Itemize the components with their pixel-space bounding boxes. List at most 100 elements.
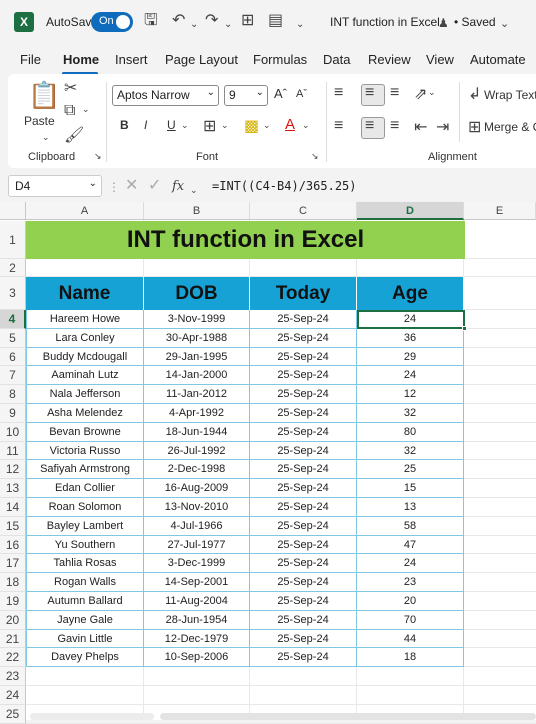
cell-today[interactable]: 25-Sep-24 xyxy=(250,347,357,367)
more-options-icon[interactable]: ⋮ xyxy=(108,178,120,196)
cell-dob[interactable]: 10-Sep-2006 xyxy=(144,648,250,668)
cell-dob[interactable]: 11-Aug-2004 xyxy=(144,592,250,611)
row-header-22[interactable]: 22 xyxy=(0,648,26,668)
row-header-23[interactable]: 23 xyxy=(0,667,26,686)
row-header-15[interactable]: 15 xyxy=(0,516,26,536)
redo-icon[interactable]: ↷ xyxy=(205,12,218,30)
cell-name[interactable]: Roan Solomon xyxy=(26,498,144,517)
cell-today[interactable]: 25-Sep-24 xyxy=(250,385,357,404)
tab-review[interactable]: Review xyxy=(368,52,411,67)
header-cell-today[interactable]: Today xyxy=(250,277,357,310)
orientation-icon[interactable]: ⇗ xyxy=(414,84,427,104)
cell-age[interactable]: 24 xyxy=(357,366,464,386)
row-header-14[interactable]: 14 xyxy=(0,498,26,517)
cell-age[interactable]: 32 xyxy=(357,404,464,423)
cell-name[interactable]: Aaminah Lutz xyxy=(26,366,144,386)
cell-today[interactable]: 25-Sep-24 xyxy=(250,592,357,611)
underline-button[interactable]: U xyxy=(167,118,176,132)
row-header-24[interactable]: 24 xyxy=(0,686,26,705)
cell-dob[interactable]: 12-Dec-1979 xyxy=(144,629,250,649)
cell-dob[interactable]: 11-Jan-2012 xyxy=(144,385,250,404)
row-header-17[interactable]: 17 xyxy=(0,554,26,574)
row-header-11[interactable]: 11 xyxy=(0,441,26,461)
formula-input[interactable]: =INT((C4-B4)/365.25) xyxy=(208,175,536,197)
redo-dropdown-icon[interactable]: ⌄ xyxy=(224,16,232,34)
cut-icon[interactable]: ✂ xyxy=(64,78,77,98)
merge-center-icon[interactable]: ⊞ xyxy=(468,117,481,137)
tab-view[interactable]: View xyxy=(426,52,454,67)
column-header-c[interactable]: C xyxy=(250,202,357,220)
cell-age[interactable]: 36 xyxy=(357,328,464,348)
cell-today[interactable]: 25-Sep-24 xyxy=(250,648,357,668)
cell-age[interactable]: 18 xyxy=(357,648,464,668)
column-header-a[interactable]: A xyxy=(26,202,144,220)
spreadsheet-grid[interactable]: A B C D E INT function in Excel Name DOB… xyxy=(0,202,536,724)
row-header-8[interactable]: 8 xyxy=(0,385,26,404)
paste-label[interactable]: Paste xyxy=(24,114,55,128)
cell-age[interactable]: 29 xyxy=(357,347,464,367)
cell-age[interactable]: 44 xyxy=(357,629,464,649)
row-header-13[interactable]: 13 xyxy=(0,479,26,498)
row-header-25[interactable]: 25 xyxy=(0,704,26,724)
cell-age[interactable]: 13 xyxy=(357,498,464,517)
cell-name[interactable]: Safiyah Armstrong xyxy=(26,460,144,480)
cell-name[interactable]: Edan Collier xyxy=(26,479,144,498)
cell-age[interactable]: 58 xyxy=(357,516,464,536)
row-header-18[interactable]: 18 xyxy=(0,573,26,592)
cell-today[interactable]: 25-Sep-24 xyxy=(250,554,357,574)
chevron-down-icon[interactable]: ⌄ xyxy=(82,104,90,115)
undo-icon[interactable]: ↶ xyxy=(172,12,185,30)
cell-name[interactable]: Autumn Ballard xyxy=(26,592,144,611)
tab-automate[interactable]: Automate xyxy=(470,52,526,67)
chevron-down-icon[interactable]: ⌄ xyxy=(302,120,310,131)
copy-icon[interactable]: ⧉ xyxy=(64,102,75,120)
cell-dob[interactable]: 28-Jun-1954 xyxy=(144,610,250,630)
cell-dob[interactable]: 3-Dec-1999 xyxy=(144,554,250,574)
header-cell-age[interactable]: Age xyxy=(357,277,464,310)
cell-dob[interactable]: 29-Jan-1995 xyxy=(144,347,250,367)
cell-name[interactable]: Davey Phelps xyxy=(26,648,144,668)
cell-age[interactable]: 70 xyxy=(357,610,464,630)
cell-name[interactable]: Victoria Russo xyxy=(26,441,144,461)
undo-dropdown-icon[interactable]: ⌄ xyxy=(190,16,198,34)
customize-toolbar-icon[interactable]: ⌄ xyxy=(296,16,304,34)
decrease-font-size-icon[interactable]: Aˇ xyxy=(296,88,307,100)
cell-age[interactable]: 15 xyxy=(357,479,464,498)
cancel-icon[interactable]: ✕ xyxy=(125,177,138,195)
cell-dob[interactable]: 27-Jul-1977 xyxy=(144,535,250,555)
align-right-icon[interactable]: ≡ xyxy=(390,117,399,135)
cell-age[interactable]: 80 xyxy=(357,422,464,442)
row-header-4[interactable]: 4 xyxy=(0,310,26,329)
cell-name[interactable]: Lara Conley xyxy=(26,328,144,348)
tab-formulas[interactable]: Formulas xyxy=(253,52,307,67)
cell-name[interactable]: Bevan Browne xyxy=(26,422,144,442)
row-header-10[interactable]: 10 xyxy=(0,422,26,442)
cell-today[interactable]: 25-Sep-24 xyxy=(250,366,357,386)
cell-dob[interactable]: 26-Jul-1992 xyxy=(144,441,250,461)
cell-today[interactable]: 25-Sep-24 xyxy=(250,460,357,480)
cell-today[interactable]: 25-Sep-24 xyxy=(250,573,357,592)
increase-indent-icon[interactable]: ⇥ xyxy=(436,117,449,137)
autosave-toggle[interactable]: On xyxy=(91,12,133,32)
cell-age[interactable]: 47 xyxy=(357,535,464,555)
format-painter-icon[interactable]: 🖌 xyxy=(64,125,84,145)
form-icon[interactable]: ▤ xyxy=(268,12,283,30)
horizontal-scrollbar[interactable] xyxy=(160,713,536,720)
cell-age[interactable]: 24 xyxy=(357,554,464,574)
sheet-tabs-area[interactable] xyxy=(30,713,154,720)
cell-age[interactable]: 32 xyxy=(357,441,464,461)
tab-page-layout[interactable]: Page Layout xyxy=(165,52,238,67)
share-people-icon[interactable]: ♟ xyxy=(438,14,449,32)
cell-today[interactable]: 25-Sep-24 xyxy=(250,479,357,498)
row-header-5[interactable]: 5 xyxy=(0,328,26,348)
cell-today[interactable]: 25-Sep-24 xyxy=(250,610,357,630)
cell-name[interactable]: Buddy Mcdougall xyxy=(26,347,144,367)
select-all-corner[interactable] xyxy=(0,202,26,220)
cell-today[interactable]: 25-Sep-24 xyxy=(250,535,357,555)
cell-name[interactable]: Yu Southern xyxy=(26,535,144,555)
borders-icon[interactable]: ⊞ xyxy=(241,12,254,30)
row-header-20[interactable]: 20 xyxy=(0,610,26,630)
fill-color-icon[interactable]: ▩ xyxy=(244,116,259,136)
font-name-select[interactable]: Aptos Narrow ⌄ xyxy=(112,85,219,106)
row-header-7[interactable]: 7 xyxy=(0,366,26,386)
